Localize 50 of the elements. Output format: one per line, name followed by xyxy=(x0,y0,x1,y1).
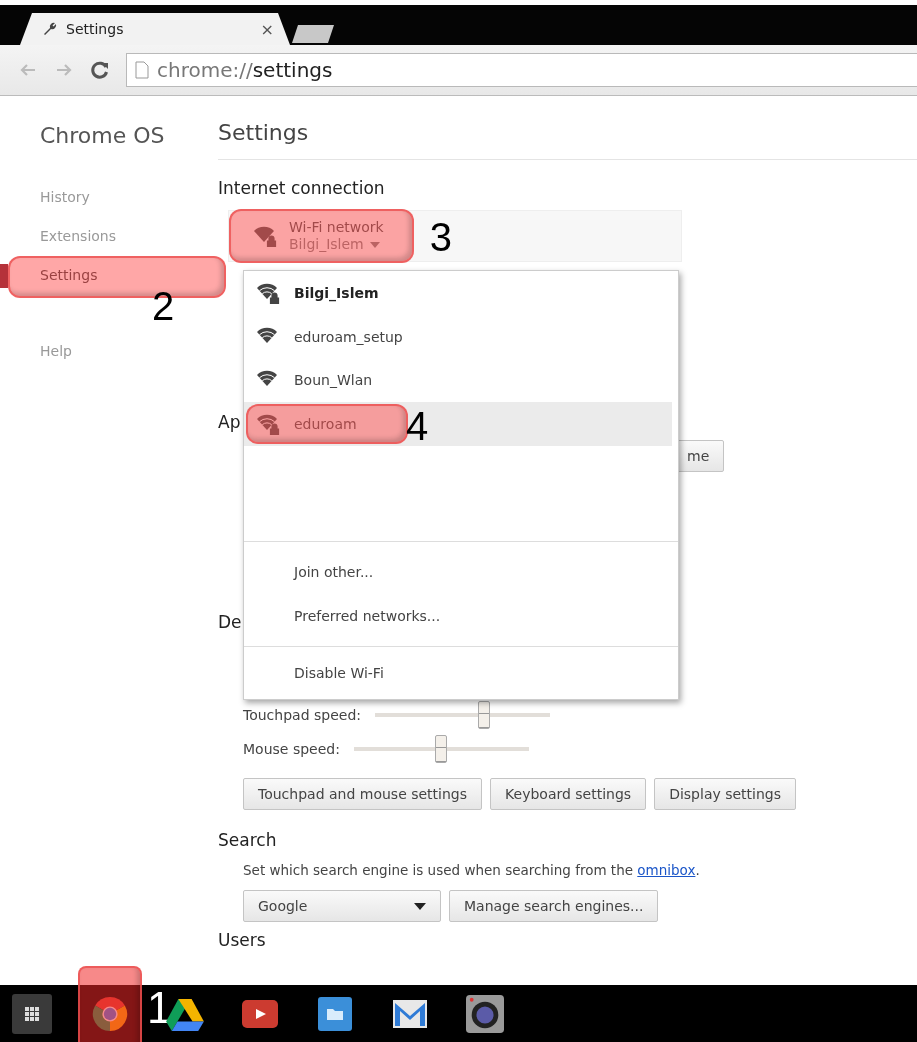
network-name: Bilgi_Islem xyxy=(289,236,364,253)
page-icon xyxy=(135,61,149,79)
omnibox-link[interactable]: omnibox xyxy=(637,862,696,878)
wifi-icon xyxy=(256,281,282,304)
search-description: Set which search engine is used when searching from the omnibox. xyxy=(243,862,701,878)
address-bar[interactable]: chrome://settings xyxy=(126,53,917,87)
wifi-icon xyxy=(256,412,282,435)
app-launcher-icon[interactable] xyxy=(12,993,52,1034)
camera-icon[interactable] xyxy=(466,994,504,1033)
menu-item[interactable]: Join other... xyxy=(244,550,678,594)
section-heading: Internet connection xyxy=(218,178,385,198)
callout-number: 3 xyxy=(429,217,452,257)
drive-icon[interactable] xyxy=(166,996,204,1031)
new-tab-button[interactable] xyxy=(292,25,334,43)
chrome-icon[interactable] xyxy=(91,994,129,1033)
sidebar-title: Chrome OS xyxy=(40,123,166,148)
slider-thumb[interactable] xyxy=(477,701,490,729)
network-item[interactable]: Boun_Wlan xyxy=(244,358,672,402)
callout-number: 4 xyxy=(406,406,429,446)
page-title: Settings xyxy=(218,120,917,160)
section-heading: Search xyxy=(218,830,277,850)
mail-icon[interactable] xyxy=(393,999,427,1028)
settings-button[interactable]: Keyboard settings xyxy=(490,778,647,810)
network-item[interactable]: Bilgi_Islem xyxy=(244,271,672,315)
folder-icon[interactable] xyxy=(318,996,352,1031)
network-item[interactable]: eduroam 4 xyxy=(244,402,672,446)
search-engine-select[interactable]: Google xyxy=(243,890,441,922)
slider-label: Touchpad speed: xyxy=(243,707,361,723)
section-heading: De xyxy=(218,612,242,632)
slider-label: Mouse speed: xyxy=(243,741,340,757)
menu-item[interactable]: Preferred networks... xyxy=(244,594,678,638)
slider-thumb[interactable] xyxy=(435,735,448,763)
caret-icon xyxy=(369,241,380,248)
video-play-icon[interactable] xyxy=(242,999,278,1028)
caret-icon xyxy=(414,902,426,910)
wrench-icon xyxy=(42,21,58,37)
section-heading: Ap xyxy=(218,412,241,432)
section-heading: Users xyxy=(218,930,266,950)
menu-item[interactable]: Disable Wi-Fi xyxy=(244,655,678,691)
manage-search-button[interactable]: Manage search engines... xyxy=(449,890,659,922)
callout-number: 2 xyxy=(152,286,175,326)
browser-tab[interactable]: Settings × xyxy=(20,13,290,45)
settings-button[interactable]: Display settings xyxy=(654,778,797,810)
tab-title: Settings xyxy=(66,21,125,37)
reload-icon[interactable] xyxy=(90,60,110,80)
network-item[interactable]: eduroam_setup xyxy=(244,314,672,359)
close-tab-button[interactable]: × xyxy=(260,19,274,39)
settings-button[interactable]: Touchpad and mouse settings xyxy=(243,778,483,810)
network-label: Wi-Fi network xyxy=(289,219,384,236)
callout-number: 1 xyxy=(147,985,172,1030)
